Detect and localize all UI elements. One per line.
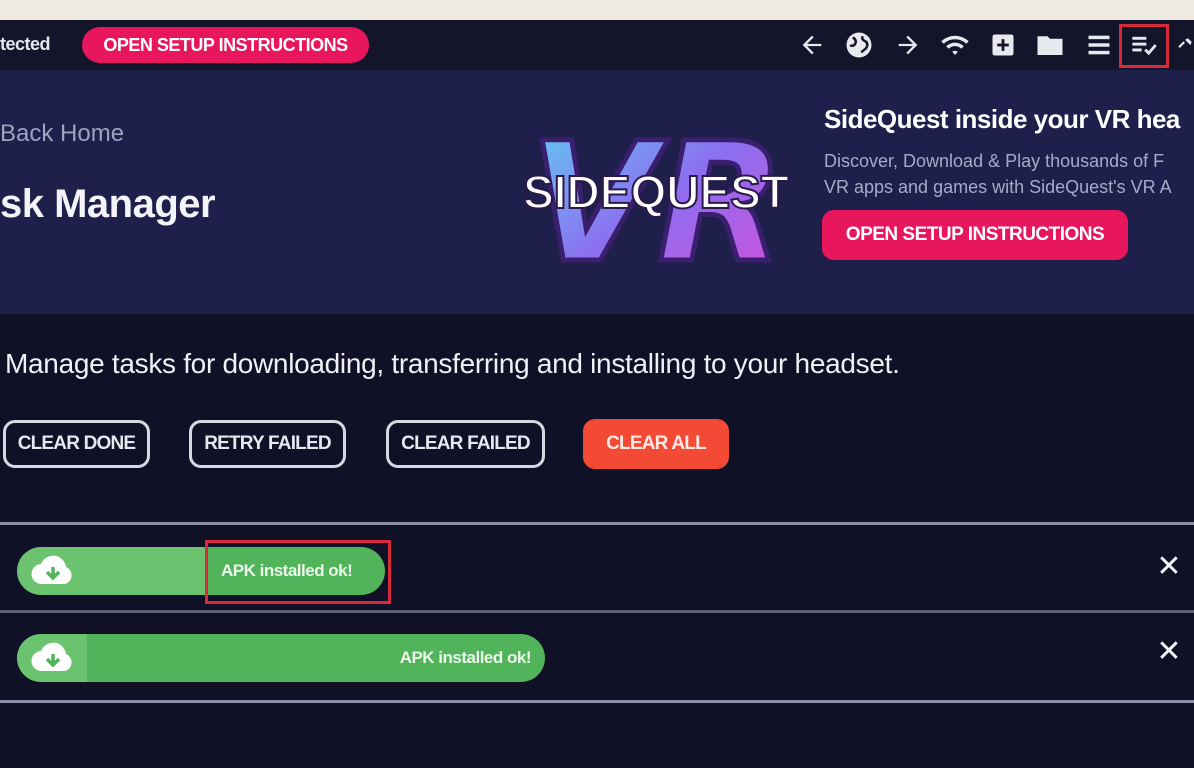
cloud-download-icon <box>31 642 72 672</box>
task-manager-description: Manage tasks for downloading, transferri… <box>5 348 900 379</box>
open-setup-instructions-button[interactable]: OPEN SETUP INSTRUCTIONS <box>822 210 1128 260</box>
window-top-strip <box>0 0 1194 20</box>
wifi-icon[interactable] <box>938 28 972 62</box>
retry-failed-button[interactable]: RETRY FAILED <box>189 420 346 468</box>
clear-all-button[interactable]: CLEAR ALL <box>583 419 729 469</box>
back-home-link[interactable]: Back Home <box>0 120 124 148</box>
status-label-highlight <box>205 540 391 604</box>
remove-task-button[interactable]: ✕ <box>1154 552 1184 582</box>
menu-icon[interactable] <box>1082 28 1116 62</box>
device-status-text: tected <box>0 34 51 54</box>
add-box-icon[interactable] <box>986 28 1020 62</box>
cloud-download-icon <box>31 555 72 585</box>
task-status-label: APK installed ok! <box>399 648 532 667</box>
task-row: APK installed ok! ✕ <box>0 613 1194 695</box>
sidequest-logo: VR SIDEQUEST <box>522 95 792 302</box>
page-title: sk Manager <box>0 182 216 226</box>
folder-icon[interactable] <box>1033 28 1067 62</box>
svg-text:SIDEQUEST: SIDEQUEST <box>523 166 789 218</box>
promo-description: Discover, Download & Play thousands of F… <box>824 151 1172 197</box>
clear-done-button[interactable]: CLEAR DONE <box>3 420 150 468</box>
forward-arrow-icon[interactable] <box>891 28 925 62</box>
task-progress-bar: APK installed ok! <box>17 634 545 682</box>
promo-title: SideQuest inside your VR hea <box>824 104 1180 134</box>
clear-failed-button[interactable]: CLEAR FAILED <box>386 420 545 468</box>
tools-icon[interactable] <box>1176 28 1194 62</box>
back-arrow-icon[interactable] <box>795 28 829 62</box>
open-setup-instructions-button-top[interactable]: OPEN SETUP INSTRUCTIONS <box>82 27 369 63</box>
task-list-bottom-divider <box>0 700 1194 703</box>
tasks-icon-highlight <box>1119 24 1169 68</box>
remove-task-button[interactable]: ✕ <box>1154 637 1184 667</box>
task-row: APK installed ok! ✕ <box>0 526 1194 608</box>
globe-icon[interactable] <box>842 28 876 62</box>
task-list-divider <box>0 522 1194 525</box>
